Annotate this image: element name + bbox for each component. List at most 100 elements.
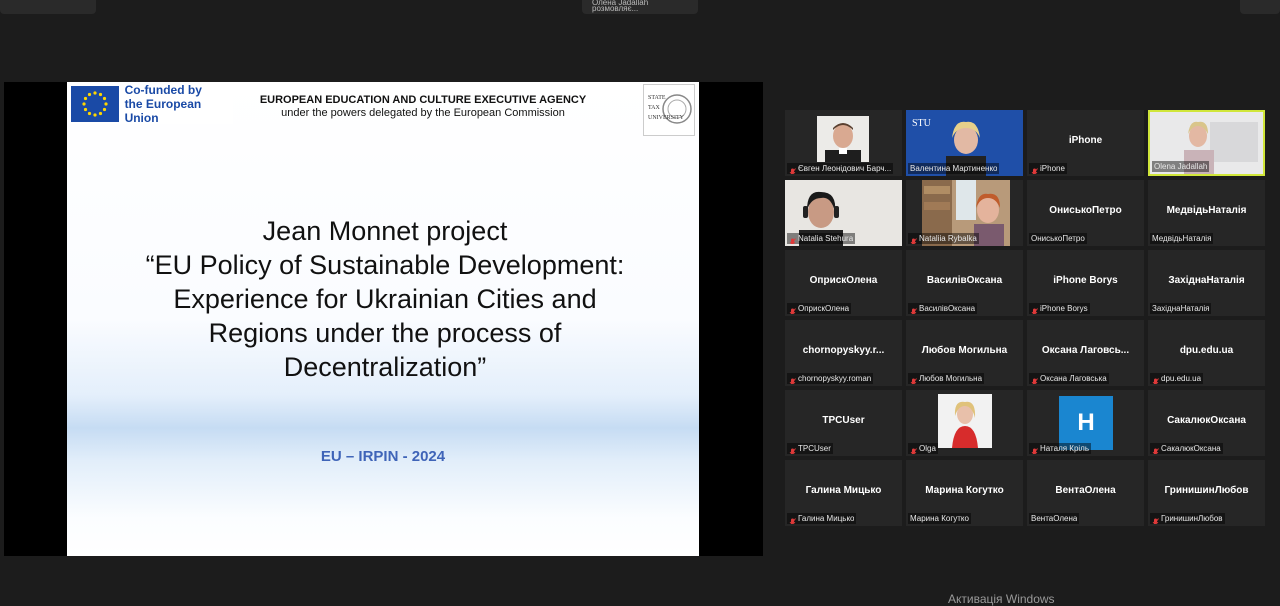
muted-mic-icon	[1152, 514, 1159, 524]
participant-name-label: Євген Леонідович Барч...	[787, 163, 894, 174]
participant-tile[interactable]: ОниськоПетро ОниськоПетро	[1027, 180, 1144, 246]
slide-title: Jean Monnet project “EU Policy of Sustai…	[107, 214, 663, 384]
participant-tile[interactable]: ЗахіднаНаталія ЗахіднаНаталія	[1148, 250, 1265, 316]
participant-tile[interactable]: STU Валентина Мартиненко	[906, 110, 1023, 176]
participant-tile[interactable]: Olena Jadallah	[1148, 110, 1265, 176]
participant-name-label: Оксана Лаговська	[1029, 373, 1109, 384]
participant-name: iPhone	[1040, 164, 1065, 173]
participant-name-label: ВентаОлена	[1029, 513, 1080, 524]
muted-mic-icon	[910, 374, 917, 384]
participant-name: ВентаОлена	[1031, 514, 1078, 523]
muted-mic-icon	[910, 444, 917, 454]
participant-display-name: ОниськоПетро	[1049, 205, 1122, 216]
participant-tile[interactable]: СакалюкОксана СакалюкОксана	[1148, 390, 1265, 456]
participant-name: Olena Jadallah	[1154, 162, 1208, 171]
participant-display-name: МедвідьНаталія	[1166, 205, 1247, 216]
participant-name: ОприскОлена	[798, 304, 850, 313]
participant-tile[interactable]: Галина Мицько Галина Мицько	[785, 460, 902, 526]
slide-footer: EU – IRPIN - 2024	[320, 448, 446, 465]
participant-name-label: iPhone	[1029, 163, 1067, 174]
participant-tile[interactable]: ВентаОлена ВентаОлена	[1027, 460, 1144, 526]
participant-name-label: Галина Мицько	[787, 513, 857, 524]
participant-tile[interactable]: МедвідьНаталія МедвідьНаталія	[1148, 180, 1265, 246]
participant-name-label: Любов Могильна	[908, 373, 985, 384]
participant-name-label: TPCUser	[787, 443, 833, 454]
participant-tile[interactable]: Любов Могильна Любов Могильна	[906, 320, 1023, 386]
participant-display-name: dpu.edu.ua	[1179, 345, 1234, 356]
participant-tile[interactable]: Марина Когутко Марина Когутко	[906, 460, 1023, 526]
muted-mic-icon	[1031, 304, 1038, 314]
university-logo-line-3: UNIVERSITY	[648, 115, 685, 121]
eu-logo-line-2: the European Union	[124, 97, 202, 125]
university-logo-line-2: TAX	[648, 105, 661, 111]
participant-name: Olga	[919, 444, 936, 453]
participant-tile[interactable]: ГринишинЛюбов ГринишинЛюбов	[1148, 460, 1265, 526]
participant-tile[interactable]: chornopyskyy.r... chornopyskyy.roman	[785, 320, 902, 386]
muted-mic-icon	[789, 514, 796, 524]
participant-tile[interactable]: Nataliia Rybalka	[906, 180, 1023, 246]
agency-heading: EUROPEAN EDUCATION AND CULTURE EXECUTIVE…	[253, 94, 593, 120]
presentation-slide: Co-funded by the European Union EUROPEAN…	[67, 82, 699, 556]
participant-display-name: Оксана Лаговсь...	[1041, 345, 1130, 356]
muted-mic-icon	[910, 304, 917, 314]
participant-tile[interactable]: Євген Леонідович Барч...	[785, 110, 902, 176]
participant-tile[interactable]: TPCUser TPCUser	[785, 390, 902, 456]
eu-cofunded-logo: Co-funded by the European Union	[69, 83, 233, 125]
agency-line-2: under the powers delegated by the Europe…	[281, 107, 565, 119]
participant-tile[interactable]: dpu.edu.ua dpu.edu.ua	[1148, 320, 1265, 386]
participant-name-label: ОприскОлена	[787, 303, 852, 314]
participant-tile[interactable]: ВасилівОксана ВасилівОксана	[906, 250, 1023, 316]
participant-name-label: ЗахіднаНаталія	[1150, 303, 1212, 314]
participant-name-label: ГринишинЛюбов	[1150, 513, 1225, 524]
participant-tile[interactable]: iPhone Borys iPhone Borys	[1027, 250, 1144, 316]
title-line: Regions under the process of	[208, 318, 562, 348]
active-speaker-chip: Олена Jadallah розмовляє...	[582, 0, 698, 14]
participant-display-name: ВентаОлена	[1055, 485, 1116, 496]
participant-display-name: ВасилівОксана	[926, 275, 1003, 286]
muted-mic-icon	[1031, 164, 1038, 174]
participant-display-name: ЗахіднаНаталія	[1168, 275, 1245, 286]
muted-mic-icon	[789, 304, 796, 314]
eu-logo-line-1: Co-funded by	[124, 83, 202, 97]
h-avatar-icon: H	[1059, 396, 1113, 450]
university-logo-line-1: STATE	[648, 95, 666, 101]
participant-name: ЗахіднаНаталія	[1152, 304, 1210, 313]
participant-display-name: chornopyskyy.r...	[802, 345, 885, 356]
participant-tile[interactable]: iPhone iPhone	[1027, 110, 1144, 176]
top-right-chip	[1240, 0, 1280, 14]
participant-video	[938, 394, 992, 448]
participant-name-label: МедвідьНаталія	[1150, 233, 1214, 244]
participant-name: chornopyskyy.roman	[798, 374, 872, 383]
muted-mic-icon	[1152, 374, 1159, 384]
participant-name: Любов Могильна	[919, 374, 983, 383]
participant-name: Галина Мицько	[798, 514, 855, 523]
title-line: Jean Monnet project	[262, 216, 508, 246]
participant-name: МедвідьНаталія	[1152, 234, 1212, 243]
participant-name: TPCUser	[798, 444, 831, 453]
muted-mic-icon	[1031, 374, 1038, 384]
top-left-chip	[0, 0, 96, 14]
participant-name: dpu.edu.ua	[1161, 374, 1202, 383]
participant-name-label: Natalia Stehura	[787, 233, 856, 244]
participant-name: Natalia Stehura	[798, 234, 854, 243]
participant-name: ГринишинЛюбов	[1161, 514, 1223, 523]
participant-name-label: Nataliia Rybalka	[908, 233, 979, 244]
participant-tile[interactable]: ОприскОлена ОприскОлена	[785, 250, 902, 316]
participant-display-name: Галина Мицько	[805, 485, 882, 496]
title-line: Experience for Ukrainian Cities and	[173, 284, 597, 314]
participant-name-label: Наталя Кріль	[1029, 443, 1092, 454]
participant-name: ОниськоПетро	[1031, 234, 1085, 243]
muted-mic-icon	[1152, 444, 1159, 454]
participant-tile[interactable]: Natalia Stehura	[785, 180, 902, 246]
participant-display-name: iPhone Borys	[1053, 275, 1118, 286]
participant-display-name: СакалюкОксана	[1167, 415, 1246, 426]
participant-tile[interactable]: Olga	[906, 390, 1023, 456]
svg-text:STU: STU	[912, 118, 932, 129]
participant-display-name: Любов Могильна	[921, 345, 1008, 356]
participant-name-label: dpu.edu.ua	[1150, 373, 1204, 384]
participant-tile[interactable]: H Наталя Кріль	[1027, 390, 1144, 456]
participant-tile[interactable]: Оксана Лаговсь... Оксана Лаговська	[1027, 320, 1144, 386]
participant-name: СакалюкОксана	[1161, 444, 1221, 453]
participant-name-label: ВасилівОксана	[908, 303, 978, 314]
participant-name: Валентина Мартиненко	[910, 164, 998, 173]
